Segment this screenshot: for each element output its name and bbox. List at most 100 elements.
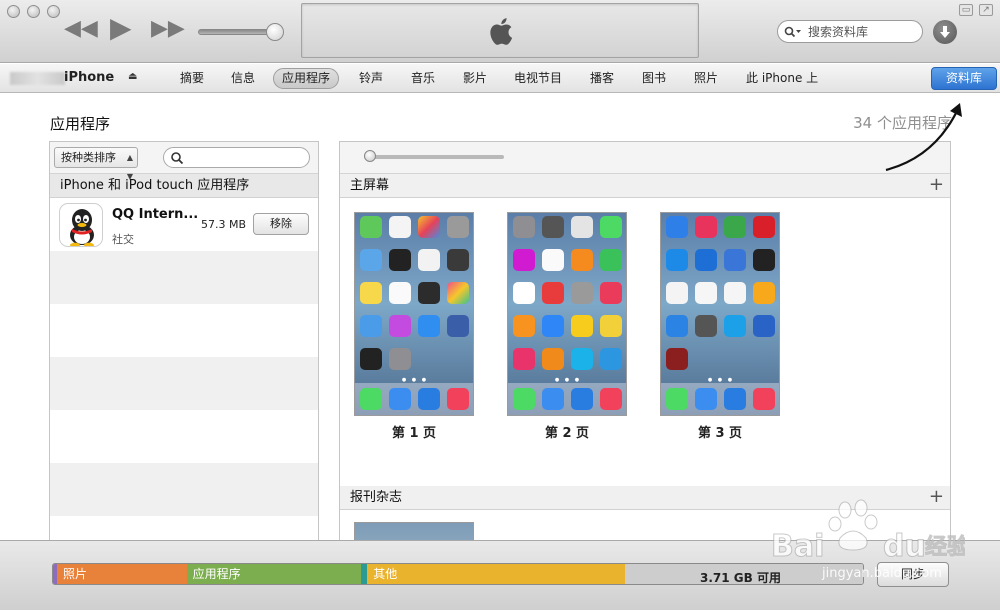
app-filter-input[interactable] — [163, 147, 310, 168]
library-button[interactable]: 资料库 — [931, 67, 997, 90]
empty-row — [50, 357, 318, 410]
downloads-button[interactable] — [933, 20, 957, 44]
tab-photos[interactable]: 照片 — [686, 68, 726, 89]
home-page-thumbnail[interactable]: ● ● ● — [660, 212, 780, 416]
tab-tv-shows[interactable]: 电视节目 — [506, 68, 570, 89]
app-icon — [753, 216, 775, 238]
zoom-window-button[interactable] — [47, 5, 60, 18]
watermark-url: jingyan.baidu.com — [822, 566, 942, 581]
app-icon — [666, 216, 688, 238]
app-icon — [600, 282, 622, 304]
search-input[interactable] — [808, 24, 908, 39]
app-list-header: iPhone 和 iPod touch 应用程序 — [50, 174, 318, 198]
capacity-segment: 其他 — [367, 564, 625, 584]
dock — [508, 383, 626, 415]
page-icon-grid — [513, 216, 623, 370]
icon-size-slider-knob[interactable] — [364, 150, 376, 162]
icon-size-slider[interactable] — [364, 155, 504, 159]
next-track-icon[interactable]: ▶▶ — [151, 18, 185, 40]
app-icon — [513, 249, 535, 271]
fullscreen-icon[interactable]: ↗ — [979, 4, 993, 16]
player-toolbar: ◀◀ ▶ ▶▶ ▭ ↗ — [0, 0, 1000, 63]
add-page-icon[interactable]: + — [929, 174, 944, 196]
app-icon — [542, 249, 564, 271]
app-icon — [571, 216, 593, 238]
app-icon — [695, 216, 717, 238]
home-page-thumbnail[interactable]: ● ● ● — [354, 212, 474, 416]
tab-on-this-iphone[interactable]: 此 iPhone 上 — [738, 68, 826, 89]
app-name: QQ Intern... — [112, 207, 199, 222]
volume-slider-knob[interactable] — [266, 23, 284, 41]
device-name[interactable]: iPhone — [64, 70, 114, 85]
tab-music[interactable]: 音乐 — [403, 68, 443, 89]
app-category: 社交 — [112, 233, 134, 246]
tab-summary[interactable]: 摘要 — [172, 68, 212, 89]
sort-dropdown[interactable]: 按种类排序 ▲ ▼ — [54, 147, 138, 181]
tab-apps[interactable]: 应用程序 — [273, 68, 340, 89]
phone-app-icon — [666, 388, 688, 410]
tab-movies[interactable]: 影片 — [455, 68, 495, 89]
app-icon — [389, 249, 411, 271]
music-app-icon — [753, 388, 775, 410]
app-icon — [666, 348, 688, 370]
app-icon — [542, 282, 564, 304]
newsstand-thumbnail[interactable] — [354, 522, 474, 540]
app-icon — [571, 315, 593, 337]
page-title: 应用程序 — [50, 115, 111, 133]
dock — [355, 383, 473, 415]
home-screen-panel: 主屏幕 + ● ● ● 第 1 页 ● ● ● 第 2 页 ● ● ● 第 3 … — [339, 141, 951, 541]
app-icon — [542, 216, 564, 238]
close-window-button[interactable] — [7, 5, 20, 18]
empty-row — [50, 304, 318, 357]
safari-app-icon — [724, 388, 746, 410]
app-icon — [513, 348, 535, 370]
app-icon — [418, 249, 440, 271]
minimize-window-button[interactable] — [27, 5, 40, 18]
tab-podcasts[interactable]: 播客 — [582, 68, 622, 89]
app-icon — [600, 216, 622, 238]
download-arrow-icon — [940, 26, 950, 38]
app-icon — [666, 282, 688, 304]
page-icon-grid — [666, 216, 776, 370]
app-icon — [447, 282, 469, 304]
home-page-thumbnail[interactable]: ● ● ● — [507, 212, 627, 416]
updown-arrow-icon: ▲ ▼ — [126, 153, 133, 181]
search-icon — [784, 26, 801, 37]
tab-info[interactable]: 信息 — [223, 68, 263, 89]
svg-text:du: du — [883, 529, 926, 564]
app-icon — [360, 282, 382, 304]
phone-app-icon — [360, 388, 382, 410]
tab-books[interactable]: 图书 — [634, 68, 674, 89]
play-icon[interactable]: ▶ — [110, 14, 132, 42]
page-label: 第 2 页 — [544, 426, 590, 441]
app-icon — [695, 315, 717, 337]
safari-app-icon — [418, 388, 440, 410]
empty-row — [50, 516, 318, 540]
search-icon — [171, 152, 184, 165]
app-icon — [600, 315, 622, 337]
library-search[interactable] — [777, 20, 923, 43]
app-icon — [389, 282, 411, 304]
eject-icon[interactable]: ⏏ — [128, 71, 137, 82]
app-icon — [600, 249, 622, 271]
previous-track-icon[interactable]: ◀◀ — [64, 18, 98, 40]
app-list-item[interactable]: QQ Intern... 社交 57.3 MB 移除 — [50, 198, 318, 251]
app-icon — [360, 249, 382, 271]
app-icon — [753, 282, 775, 304]
app-icon — [571, 282, 593, 304]
app-icon — [447, 216, 469, 238]
app-icon — [753, 249, 775, 271]
annotation-arrow-icon — [885, 103, 962, 172]
app-icon — [695, 282, 717, 304]
home-screen-title: 主屏幕 — [350, 178, 390, 193]
remove-app-button[interactable]: 移除 — [253, 213, 309, 235]
app-size: 57.3 MB — [201, 218, 247, 231]
icon-size-toolbar — [340, 142, 950, 174]
tab-ringtones[interactable]: 铃声 — [351, 68, 391, 89]
app-list-panel: 按种类排序 ▲ ▼ iPhone 和 iPod touch 应用程序 QQ In… — [49, 141, 319, 541]
app-icon — [695, 249, 717, 271]
app-icon — [513, 282, 535, 304]
app-icon — [666, 315, 688, 337]
mini-player-button[interactable]: ▭ — [959, 4, 973, 16]
app-icon — [447, 315, 469, 337]
